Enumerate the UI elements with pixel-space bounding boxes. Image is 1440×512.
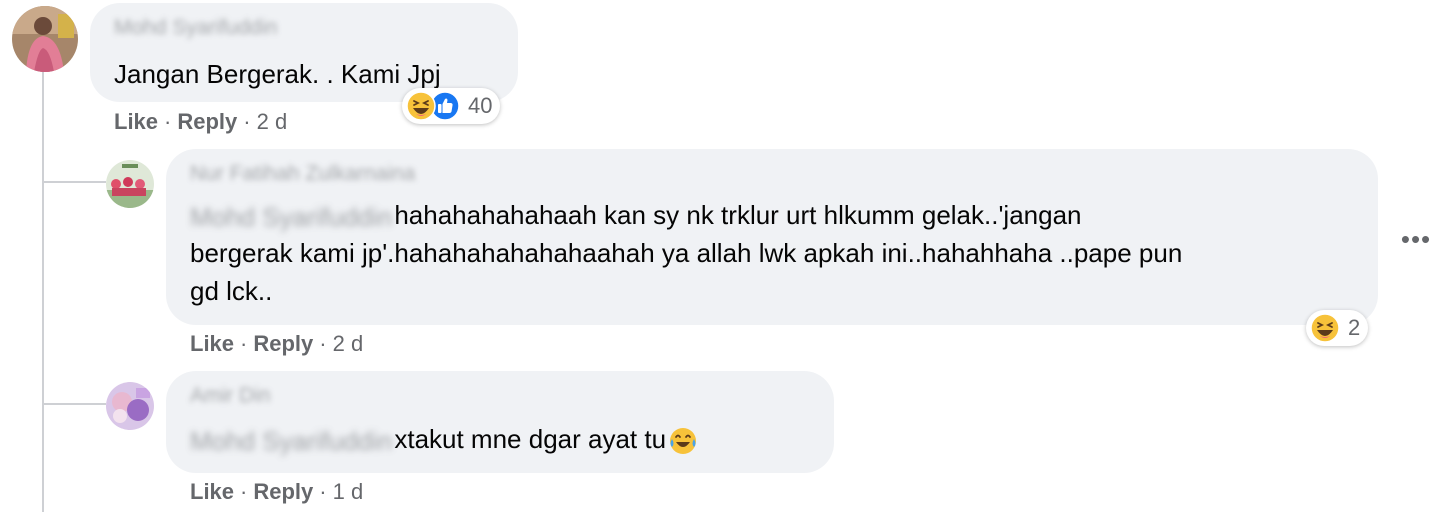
mention-tag[interactable]: Mohd Syarifuddin: [190, 198, 392, 236]
haha-icon: [406, 91, 436, 121]
comment-actions: Like · Reply · 2 d: [190, 331, 363, 357]
reaction-count: 2: [1348, 315, 1361, 340]
comment-bubble: Amir Din Mohd Syarifuddinxtakut mne dgar…: [166, 371, 834, 473]
haha-icon: [1310, 313, 1340, 343]
comment-author-name[interactable]: Nur Fatihah Zulkarnaina: [190, 163, 415, 191]
like-button[interactable]: Like: [190, 479, 234, 504]
separator: ·: [319, 331, 327, 356]
avatar[interactable]: [12, 6, 78, 72]
reply-button[interactable]: Reply: [253, 331, 313, 356]
separator: ·: [240, 331, 248, 356]
comment-actions: Like · Reply · 2 d: [114, 109, 287, 135]
comment-text: Jangan Bergerak. . Kami Jpj: [114, 59, 441, 89]
avatar[interactable]: [106, 382, 154, 430]
like-button[interactable]: Like: [190, 331, 234, 356]
comment-text-line: gd lck..: [190, 276, 273, 306]
comment-text-line: Mohd Syarifuddinxtakut mne dgar ayat tu: [190, 420, 698, 460]
comment-text-line: Mohd Syarifuddinhahahahahahaah kan sy nk…: [190, 196, 1082, 236]
like-button[interactable]: Like: [114, 109, 158, 134]
timestamp[interactable]: 2 d: [333, 331, 364, 356]
reply-button[interactable]: Reply: [177, 109, 237, 134]
tears-of-joy-emoji-icon: [668, 426, 698, 456]
comment-bubble: Nur Fatihah Zulkarnaina Mohd Syarifuddin…: [166, 149, 1378, 325]
comment-text-line: bergerak kami jp'.hahahahahahahaahah ya …: [190, 238, 1183, 268]
comment-text: xtakut mne dgar ayat tu: [394, 424, 667, 454]
reply-button[interactable]: Reply: [253, 479, 313, 504]
comment-actions: Like · Reply · 1 d: [190, 479, 363, 505]
mention-tag[interactable]: Mohd Syarifuddin: [190, 422, 392, 460]
thread-connector-reply-1: [44, 181, 106, 183]
more-options-icon[interactable]: •••: [1400, 224, 1432, 254]
separator: ·: [243, 109, 251, 134]
comment-author-name[interactable]: Mohd Syarifuddin: [114, 17, 277, 45]
reaction-count: 40: [468, 93, 493, 118]
comment-text: hahahahahahaah kan sy nk trklur urt hlku…: [394, 200, 1082, 230]
thread-connector-reply-2: [44, 403, 106, 405]
timestamp[interactable]: 1 d: [333, 479, 364, 504]
timestamp[interactable]: 2 d: [257, 109, 288, 134]
avatar[interactable]: [106, 160, 154, 208]
thread-line-vertical: [42, 72, 44, 512]
reactions-summary[interactable]: 2: [1306, 310, 1369, 346]
separator: ·: [164, 109, 172, 134]
comment-author-name[interactable]: Amir Din: [190, 385, 271, 413]
reactions-summary[interactable]: 40: [402, 88, 501, 124]
separator: ·: [240, 479, 248, 504]
separator: ·: [319, 479, 327, 504]
